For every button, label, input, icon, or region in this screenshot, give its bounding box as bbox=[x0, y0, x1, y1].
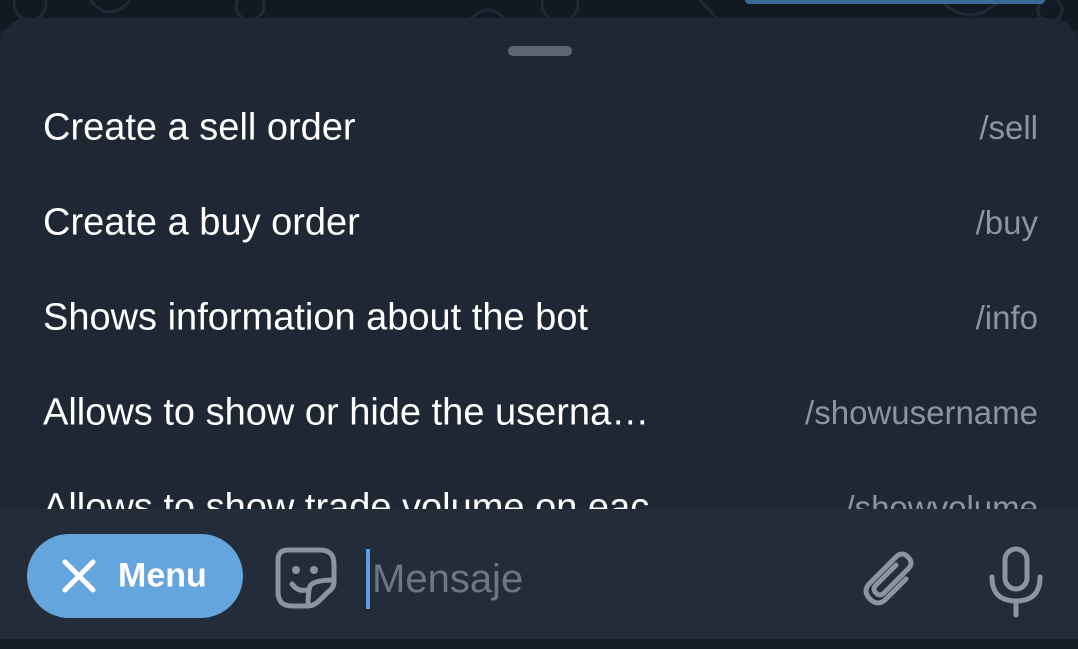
sticker-icon[interactable] bbox=[274, 546, 338, 610]
command-description: Shows information about the bot bbox=[43, 296, 589, 338]
command-name: /showusername bbox=[805, 393, 1038, 431]
command-description: Create a sell order bbox=[43, 106, 356, 148]
text-cursor bbox=[366, 549, 370, 609]
microphone-icon[interactable] bbox=[986, 545, 1046, 619]
command-description: Create a buy order bbox=[43, 201, 360, 243]
command-name: /sell bbox=[979, 108, 1038, 146]
command-row-buy[interactable]: Create a buy order /buy bbox=[0, 175, 1078, 270]
sheet-drag-handle[interactable] bbox=[508, 46, 572, 56]
message-input[interactable] bbox=[372, 543, 832, 615]
bot-commands-sheet: Create a sell order /sell Create a buy o… bbox=[0, 18, 1078, 509]
command-row-info[interactable]: Shows information about the bot /info bbox=[0, 270, 1078, 365]
close-icon bbox=[62, 559, 96, 593]
command-name: /showvolume bbox=[845, 488, 1038, 510]
paperclip-icon[interactable] bbox=[860, 549, 920, 613]
command-row-showusername[interactable]: Allows to show or hide the userna… /show… bbox=[0, 365, 1078, 460]
command-description: Allows to show trade volume on eac bbox=[43, 486, 650, 509]
command-row-showvolume[interactable]: Allows to show trade volume on eac /show… bbox=[0, 460, 1078, 509]
command-name: /buy bbox=[975, 203, 1038, 241]
bot-menu-button[interactable]: Menu bbox=[27, 534, 243, 618]
command-description: Allows to show or hide the userna… bbox=[43, 391, 650, 433]
menu-button-label: Menu bbox=[118, 556, 207, 595]
command-row-sell[interactable]: Create a sell order /sell bbox=[0, 80, 1078, 175]
bottom-navigation-strip bbox=[0, 639, 1078, 649]
command-name: /info bbox=[975, 298, 1038, 336]
message-input-bar: Menu bbox=[0, 509, 1078, 639]
command-list: Create a sell order /sell Create a buy o… bbox=[0, 80, 1078, 509]
